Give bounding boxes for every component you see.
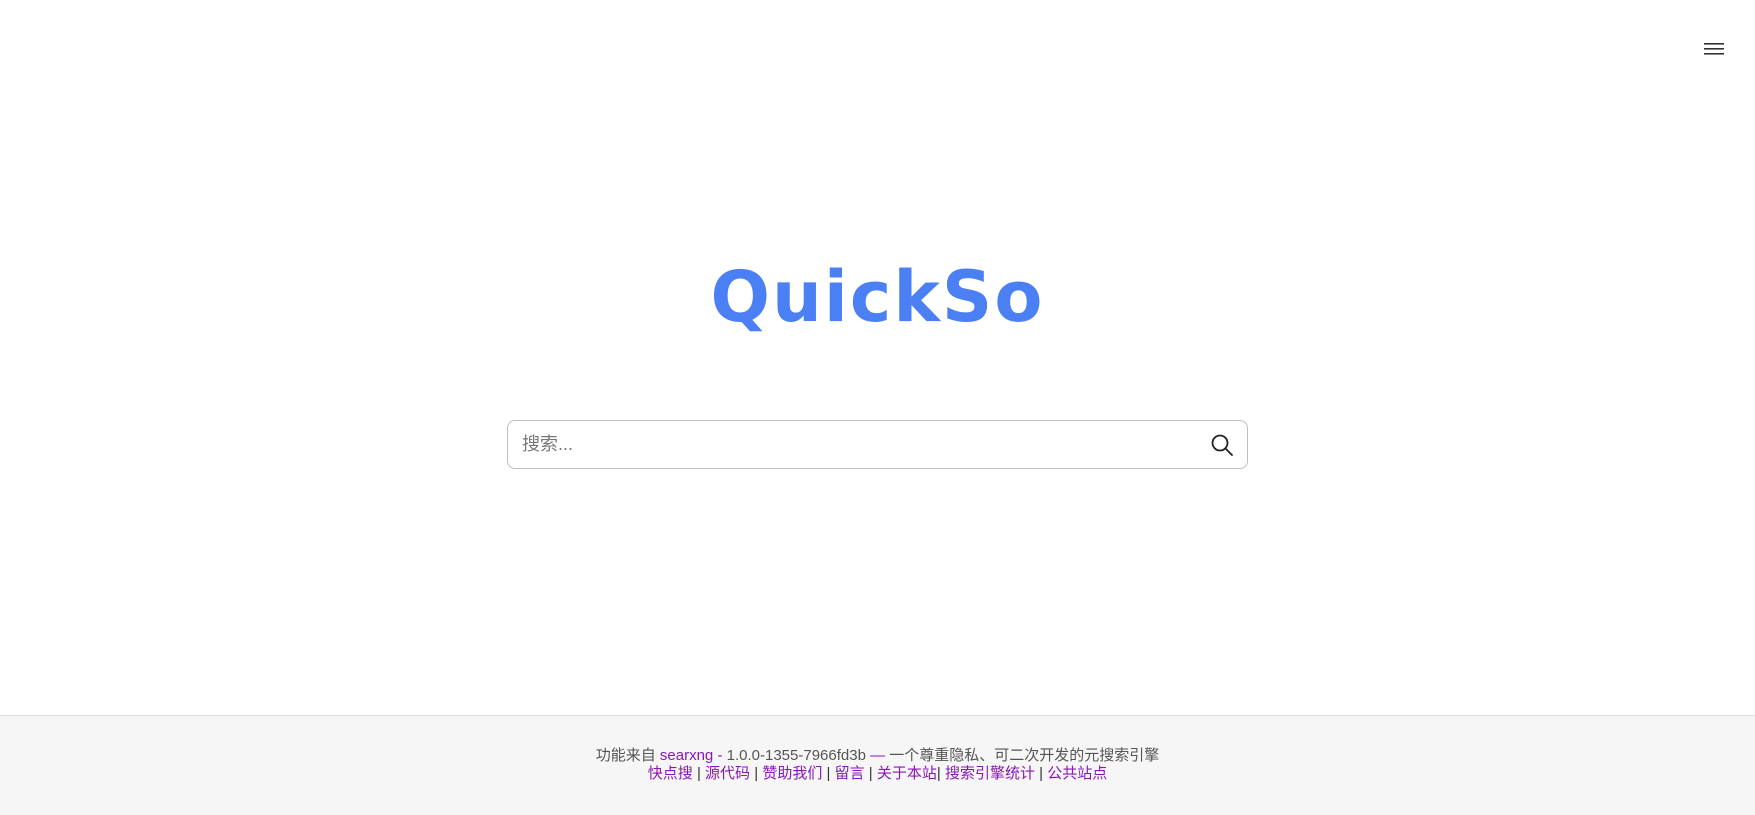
hamburger-menu-icon	[1704, 43, 1724, 55]
footer-powered-by: 功能来自 searxng - 1.0.0-1355-7966fd3b — 一个尊…	[0, 747, 1755, 765]
dash-separator: -	[717, 747, 723, 764]
link-public-instances[interactable]: 公共站点	[1047, 765, 1107, 782]
link-separator: |	[754, 765, 759, 782]
site-logo[interactable]: QuickSo	[0, 262, 1755, 332]
search-icon	[1211, 434, 1233, 456]
link-separator: |	[936, 765, 941, 782]
link-separator: |	[826, 765, 831, 782]
menu-button[interactable]	[1697, 36, 1731, 62]
link-source-code[interactable]: 源代码	[705, 765, 750, 782]
search-button[interactable]	[1208, 431, 1236, 459]
link-guestbook[interactable]: 留言	[835, 765, 865, 782]
link-engine-stats[interactable]: 搜索引擎统计	[945, 765, 1035, 782]
footer: 功能来自 searxng - 1.0.0-1355-7966fd3b — 一个尊…	[0, 715, 1755, 815]
tagline-text: 一个尊重隐私、可二次开发的元搜索引擎	[889, 747, 1160, 764]
powered-by-label: 功能来自	[595, 747, 656, 764]
link-separator: |	[1039, 765, 1044, 782]
link-quickso[interactable]: 快点搜	[648, 765, 693, 782]
search-input[interactable]	[522, 421, 1202, 468]
link-donate[interactable]: 赞助我们	[762, 765, 822, 782]
link-separator: |	[868, 765, 873, 782]
search-form	[507, 420, 1248, 469]
link-separator: |	[696, 765, 701, 782]
footer-links: 快点搜 | 源代码 | 赞助我们 | 留言 | 关于本站| 搜索引擎统计 | 公…	[0, 765, 1755, 783]
version-text: 1.0.0-1355-7966fd3b	[726, 747, 866, 764]
searxng-link[interactable]: searxng	[660, 747, 713, 764]
link-about[interactable]: 关于本站	[877, 765, 937, 782]
em-dash: —	[870, 747, 886, 764]
